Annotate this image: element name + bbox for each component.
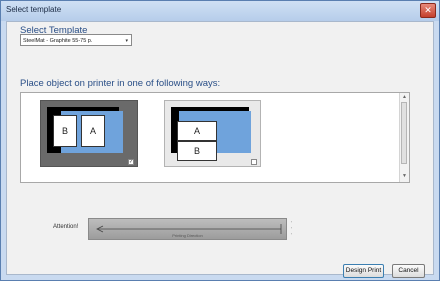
dropdown-arrow-icon[interactable]: ▾ [125,35,128,47]
object-b: B [53,115,77,147]
side-marker: ◦ ◦ ◦ [289,219,294,237]
printing-direction-bar: Printing Direction [88,218,287,240]
placement-options-panel: B A ✓ A B ▲ ▼ [20,92,410,183]
scroll-down-icon[interactable]: ▼ [400,173,409,179]
template-dropdown[interactable]: SteelMat - Graphite 55-75 p. ▾ [20,34,132,46]
object-b: B [177,141,217,161]
scrollbar-thumb[interactable] [401,102,407,164]
window-title: Select template [6,5,62,14]
placement-option-side-by-side[interactable]: B A ✓ [40,100,138,167]
printing-direction-text: Printing Direction [172,233,203,238]
scroll-up-icon[interactable]: ▲ [400,94,409,100]
design-print-button[interactable]: Design Print [343,264,384,278]
object-a: A [177,121,217,141]
template-dropdown-value: SteelMat - Graphite 55-75 p. [23,38,93,44]
placement-option-stacked[interactable]: A B [164,100,261,167]
cancel-button[interactable]: Cancel [392,264,425,278]
close-button[interactable]: ✕ [420,3,436,18]
object-a: A [81,115,105,147]
title-bar[interactable]: Select template ✕ [1,1,439,21]
option-checkbox[interactable]: ✓ [128,159,134,165]
placement-heading: Place object on printer in one of follow… [20,78,221,89]
options-scrollbar[interactable]: ▲ ▼ [399,93,409,182]
option-checkbox[interactable] [251,159,257,165]
attention-label: Attention! [53,224,79,230]
